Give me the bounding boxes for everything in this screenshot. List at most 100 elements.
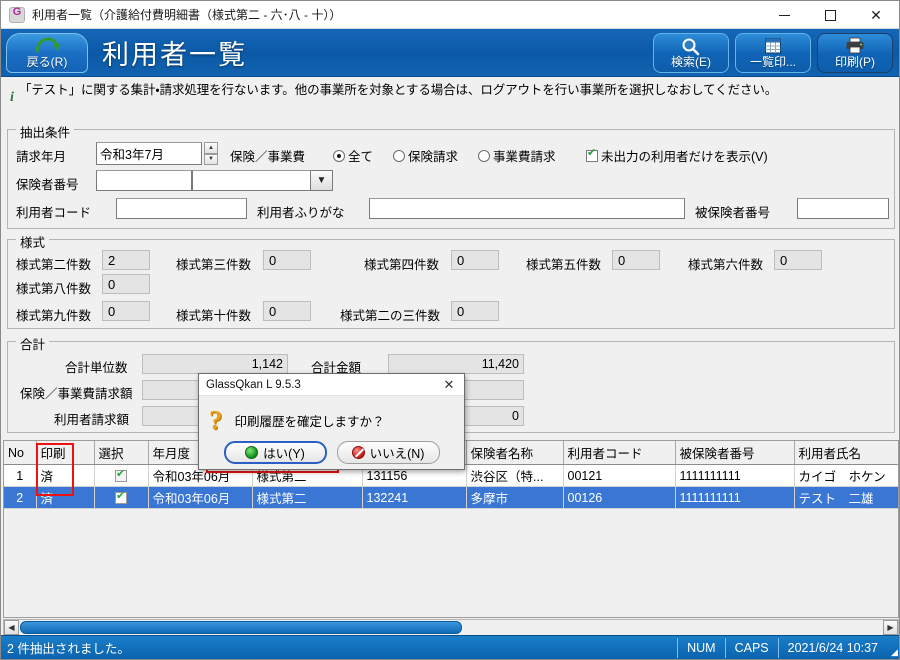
form2-count-value: 2 [102,250,150,270]
form6-count-value: 0 [774,250,822,270]
form2-count-label: 様式第二件数 [16,254,91,273]
form8-count-value: 0 [102,274,150,294]
table-row[interactable]: 2 済 令和03年06月 様式第二 132241 多摩市 00126 11111… [4,487,899,509]
maximize-icon[interactable] [807,1,853,29]
search-button[interactable]: 検索(E) [653,33,729,73]
row-select-checkbox[interactable] [115,470,127,482]
form-counts-fieldset: 様式 様式第二件数 2 様式第三件数 0 様式第四件数 0 様式第五件数 0 様… [7,239,895,329]
user-code-label: 利用者コード [16,202,91,221]
back-button-label: 戻る(R) [27,53,68,70]
dialog-no-label: いいえ(N) [370,443,425,462]
list-print-button[interactable]: 一覧印... [735,33,811,73]
column-header-select[interactable]: 選択 [94,441,148,465]
info-message: 「テスト」に関する集計・請求処理を行ないます。他の事業所を対象とする場合は、ログ… [19,81,777,100]
dialog-yes-button[interactable]: はい(Y) [224,441,327,464]
cell-insurer-number: 132241 [362,487,466,509]
scroll-right-icon[interactable]: ▶ [883,620,898,635]
minimize-icon[interactable] [761,1,807,29]
column-header-insured-number[interactable]: 被保険者番号 [675,441,794,465]
insurer-number-input[interactable] [96,170,192,191]
window-title: 利用者一覧（介護給付費明細書（様式第二 - 六･八 - 十）） [32,6,341,23]
form9-count-value: 0 [102,301,150,321]
form4-count-value: 0 [451,250,499,270]
cell-select-checkbox[interactable] [94,487,148,509]
insurer-name-input[interactable] [192,170,311,191]
totals-legend: 合計 [16,334,49,353]
dialog-message: 印刷履歴を確定しますか？ [235,411,385,430]
radio-insurance-claim[interactable]: 保険請求 [393,146,458,165]
claim-month-input[interactable]: 令和3年7月 [96,142,202,165]
cell-user-code: 00121 [563,465,675,487]
insurance-expense-label: 保険／事業費 [230,146,305,165]
filter-conditions-legend: 抽出条件 [16,122,74,141]
insurer-number-label: 保険者番号 [16,174,79,193]
show-unprinted-checkbox[interactable]: 未出力の利用者だけを表示(V) [586,146,768,165]
resize-grip-icon[interactable]: ◢ [887,636,900,660]
scroll-left-icon[interactable]: ◀ [4,620,19,635]
confirm-dialog: GlassQkan L 9.5.3 ✕ ? 印刷履歴を確定しますか？ はい(Y)… [198,373,465,470]
cell-no: 2 [4,487,36,509]
dialog-close-icon[interactable]: ✕ [434,374,464,396]
form3-count-label: 様式第三件数 [176,254,251,273]
dialog-title: GlassQkan L 9.5.3 [206,379,301,391]
status-num-indicator: NUM [677,638,724,658]
information-icon: i [5,81,19,106]
radio-all[interactable]: 全て [333,146,373,165]
status-bar: 2 件抽出されました。 NUM CAPS 2021/6/24 10:37 ◢ [1,635,900,659]
dialog-buttons: はい(Y) いいえ(N) [199,441,464,464]
user-code-input[interactable] [116,198,247,219]
dialog-body: ? 印刷履歴を確定しますか？ [199,396,464,438]
form10-count-value: 0 [263,301,311,321]
info-banner: i 「テスト」に関する集計・請求処理を行ないます。他の事業所を対象とする場合は、… [1,77,899,121]
scrollbar-thumb[interactable] [20,621,462,634]
column-header-insurer-name[interactable]: 保険者名称 [466,441,563,465]
show-unprinted-checkbox-label: 未出力の利用者だけを表示(V) [601,146,768,165]
user-kana-input[interactable] [369,198,685,219]
red-prohibition-icon [352,446,365,459]
cell-insurer-name: 渋谷区（特... [466,465,563,487]
cell-insurer-name: 多摩市 [466,487,563,509]
total-units-value: 1,142 [142,354,288,374]
insurer-dropdown-chevron-down-icon[interactable]: ▼ [311,170,333,191]
column-header-user-name[interactable]: 利用者氏名 [794,441,899,465]
form2-3-count-label: 様式第二の三件数 [340,305,440,324]
radio-business-expense-claim[interactable]: 事業費請求 [478,146,556,165]
row-select-checkbox[interactable] [115,492,127,504]
dialog-no-button[interactable]: いいえ(N) [337,441,440,464]
back-button[interactable]: 戻る(R) [6,33,88,73]
column-header-user-code[interactable]: 利用者コード [563,441,675,465]
cell-select-checkbox[interactable] [94,465,148,487]
column-header-print[interactable]: 印刷 [36,441,94,465]
column-header-no[interactable]: No [4,441,36,465]
claim-month-stepper[interactable]: ▲ ▼ [204,142,218,165]
radio-insurance-claim-dot [393,150,405,162]
stepper-up-icon[interactable]: ▲ [204,142,218,154]
cell-period: 令和03年06月 [148,487,252,509]
horizontal-scrollbar[interactable]: ◀ ▶ [3,619,899,636]
print-button[interactable]: 印刷(P) [817,33,893,73]
form10-count-label: 様式第十件数 [176,305,251,324]
cell-insured-number: 1111111111 [675,465,794,487]
list-print-icon [763,36,783,58]
radio-business-expense-dot [478,150,490,162]
form5-count-value: 0 [612,250,660,270]
form9-count-label: 様式第九件数 [16,305,91,324]
dialog-titlebar: GlassQkan L 9.5.3 ✕ [199,374,464,396]
total-amount-value: 11,420 [388,354,524,374]
cell-print-status: 済 [36,487,94,509]
user-kana-label: 利用者ふりがな [257,202,345,221]
printer-icon [844,36,866,58]
page-header: 戻る(R) 利用者一覧 検索(E) [1,29,899,77]
form-counts-legend: 様式 [16,232,49,251]
page-title: 利用者一覧 [102,33,247,72]
status-datetime: 2021/6/24 10:37 [778,638,887,658]
close-icon[interactable]: ✕ [853,1,899,29]
header-toolbar: 検索(E) 一覧印... [653,33,893,73]
stepper-down-icon[interactable]: ▼ [204,154,218,166]
insured-number-input[interactable] [797,198,889,219]
window-titlebar: 利用者一覧（介護給付費明細書（様式第二 - 六･八 - 十）） ✕ [1,1,899,29]
radio-all-dot [333,150,345,162]
cell-print-status: 済 [36,465,94,487]
radio-insurance-claim-label: 保険請求 [408,146,458,165]
form6-count-label: 様式第六件数 [688,254,763,273]
